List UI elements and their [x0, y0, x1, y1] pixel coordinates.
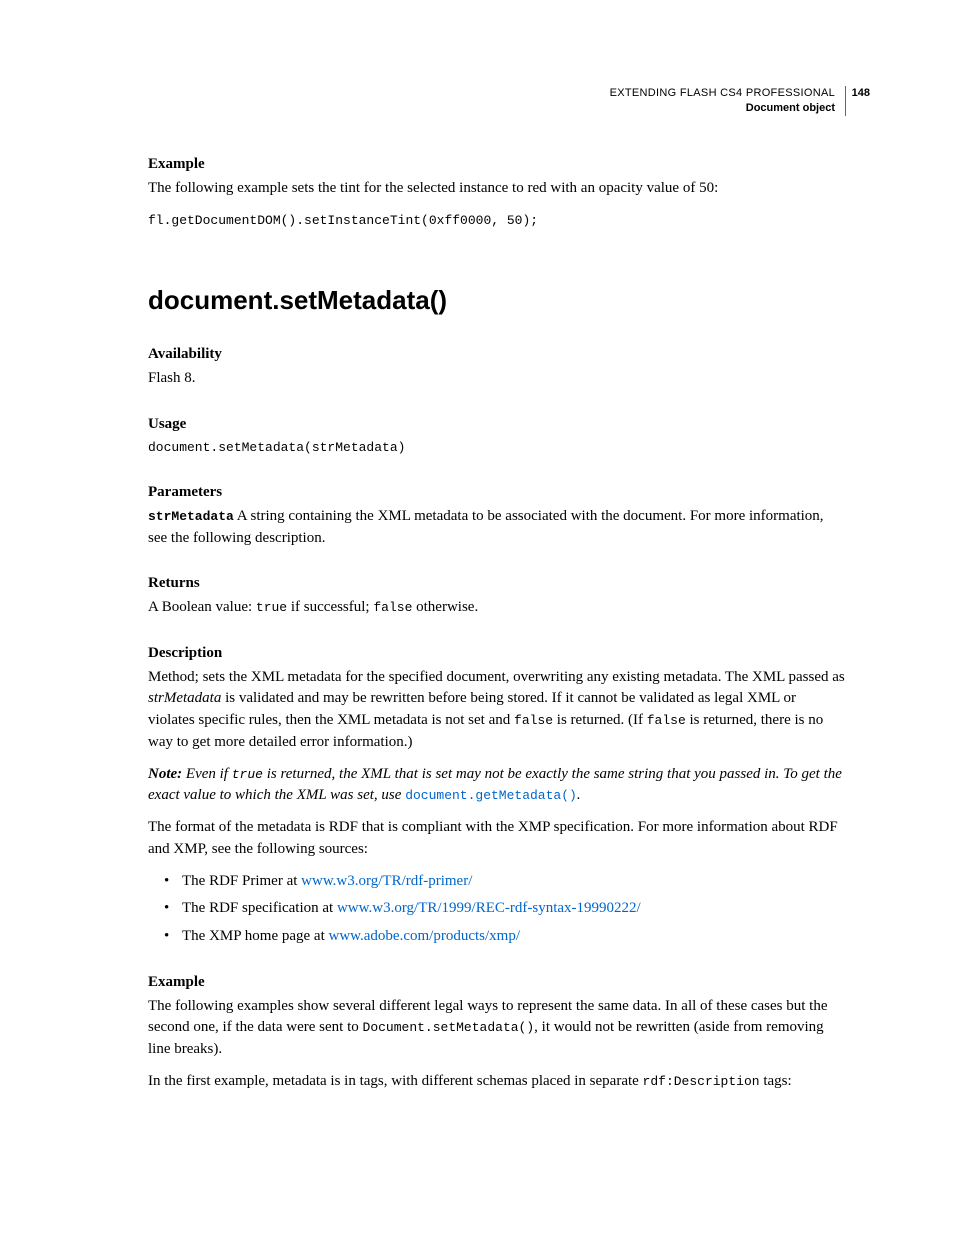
header-title: EXTENDING FLASH CS4 PROFESSIONAL [610, 86, 835, 101]
param-desc: A string containing the XML metadata to … [148, 508, 824, 546]
rdf-spec-link[interactable]: www.w3.org/TR/1999/REC-rdf-syntax-199902… [337, 900, 641, 916]
description-para1: Method; sets the XML metadata for the sp… [148, 667, 846, 754]
list-item: The RDF Primer at www.w3.org/TR/rdf-prim… [164, 871, 846, 893]
returns-heading: Returns [148, 573, 846, 595]
list-item: The XMP home page at www.adobe.com/produ… [164, 926, 846, 948]
description-heading: Description [148, 643, 846, 665]
returns-text: A Boolean value: true if successful; fal… [148, 597, 846, 619]
parameters-heading: Parameters [148, 482, 846, 504]
method-title: document.setMetadata() [148, 282, 846, 320]
example2-para2: In the first example, metadata is in tag… [148, 1071, 846, 1093]
format-intro: The format of the metadata is RDF that i… [148, 817, 846, 861]
get-metadata-link[interactable]: document.getMetadata() [405, 788, 577, 803]
page-content: Example The following example sets the t… [148, 154, 846, 1093]
parameters-text: strMetadata A string containing the XML … [148, 506, 846, 550]
note-label: Note: [148, 766, 182, 782]
list-item: The RDF specification at www.w3.org/TR/1… [164, 898, 846, 920]
xmp-link[interactable]: www.adobe.com/products/xmp/ [329, 928, 521, 944]
example-text: The following example sets the tint for … [148, 178, 846, 200]
example-heading: Example [148, 154, 846, 176]
example-code: fl.getDocumentDOM().setInstanceTint(0xff… [148, 212, 846, 231]
example2-heading: Example [148, 972, 846, 994]
page-header: EXTENDING FLASH CS4 PROFESSIONAL Documen… [610, 86, 846, 116]
availability-heading: Availability [148, 344, 846, 366]
availability-text: Flash 8. [148, 368, 846, 390]
example2-para1: The following examples show several diff… [148, 996, 846, 1061]
source-list: The RDF Primer at www.w3.org/TR/rdf-prim… [164, 871, 846, 948]
rdf-primer-link[interactable]: www.w3.org/TR/rdf-primer/ [301, 873, 472, 889]
header-subtitle: Document object [610, 101, 835, 116]
usage-code: document.setMetadata(strMetadata) [148, 439, 846, 458]
param-name: strMetadata [148, 509, 234, 524]
usage-heading: Usage [148, 414, 846, 436]
note-block: Note: Even if true is returned, the XML … [148, 764, 846, 808]
page-number: 148 [852, 86, 870, 102]
